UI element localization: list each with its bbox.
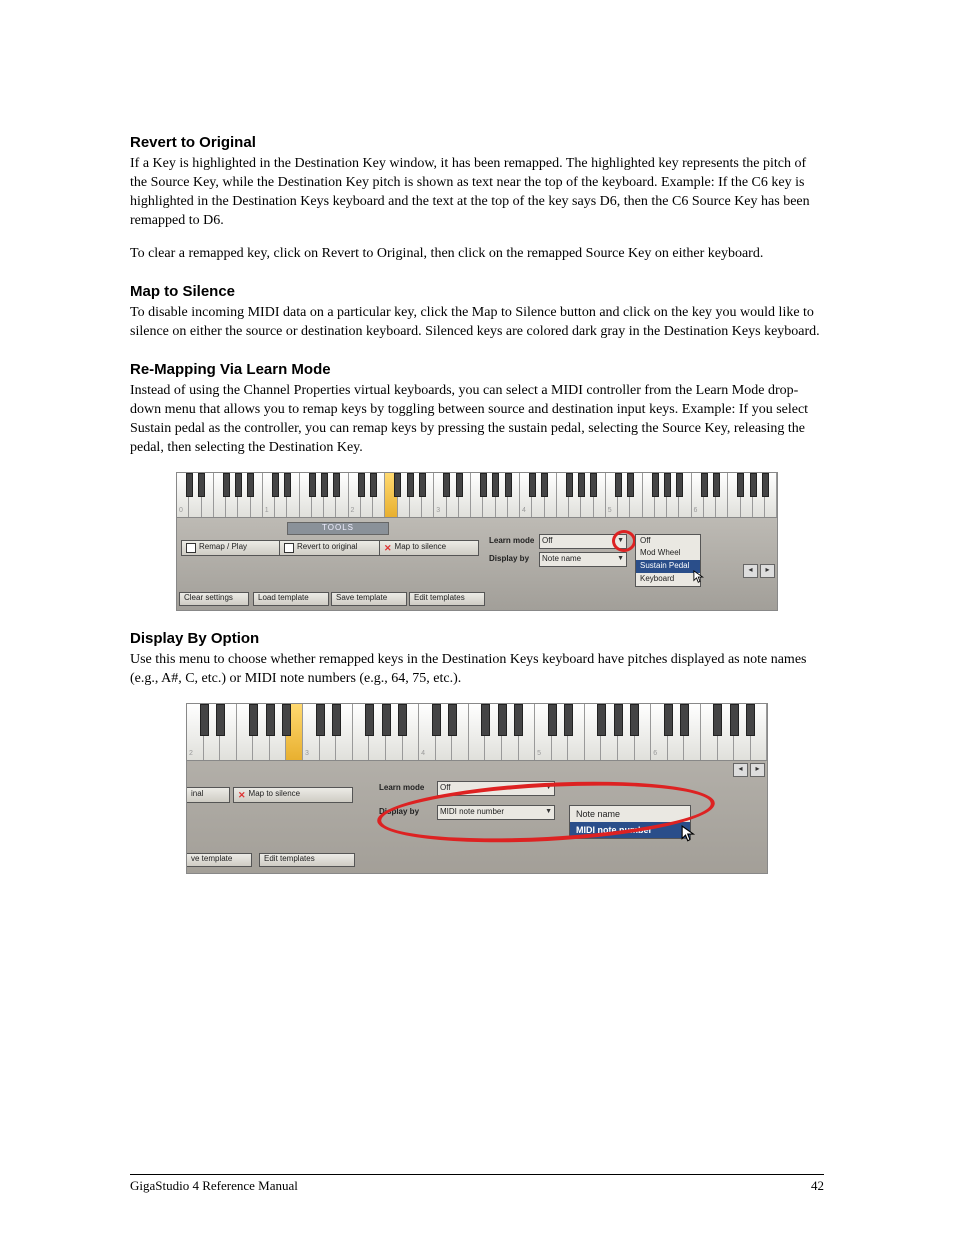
button-label: Remap / Play (199, 542, 247, 553)
map-silence-button[interactable]: ✕ Map to silence (379, 540, 479, 556)
display-by-menu[interactable]: Note name MIDI note number (569, 805, 691, 839)
revert-original-button-partial[interactable]: inal (187, 787, 230, 803)
paragraph: To clear a remapped key, click on Revert… (130, 245, 824, 264)
edit-templates-button[interactable]: Edit templates (409, 592, 485, 606)
learn-mode-label: Learn mode (489, 536, 534, 547)
chevron-down-icon: ▼ (617, 554, 624, 563)
x-icon: ✕ (238, 791, 246, 799)
figure-learn-mode: 0123456 ◂ ▸ TOOLS Remap / Play Revert to… (176, 472, 778, 611)
map-silence-button[interactable]: ✕ Map to silence (233, 787, 353, 803)
combo-value: Off (440, 783, 451, 794)
menu-item[interactable]: Keyboard (636, 573, 700, 586)
menu-item[interactable]: Off (636, 535, 700, 548)
keyboard[interactable]: 0123456 (177, 473, 777, 518)
page-number: 42 (811, 1177, 824, 1195)
display-by-label: Display by (379, 807, 419, 818)
menu-item[interactable]: Note name (570, 806, 690, 822)
paragraph: Instead of using the Channel Properties … (130, 382, 824, 458)
button-label: Map to silence (249, 789, 301, 800)
menu-item[interactable]: Sustain Pedal (636, 560, 700, 573)
menu-item[interactable]: MIDI note number (570, 822, 690, 838)
combo-value: Off (542, 536, 553, 547)
menu-item[interactable]: Mod Wheel (636, 547, 700, 560)
combo-value: Note name (542, 554, 581, 565)
learn-mode-combo[interactable]: Off ▼ (437, 781, 555, 796)
heading-display-by: Display By Option (130, 629, 824, 649)
learn-mode-combo[interactable]: Off ▼ (539, 534, 627, 549)
paragraph: If a Key is highlighted in the Destinati… (130, 155, 824, 231)
display-by-combo[interactable]: MIDI note number ▼ (437, 805, 555, 820)
combo-value: MIDI note number (440, 807, 504, 818)
chevron-down-icon: ▼ (617, 536, 624, 545)
x-icon: ✕ (384, 544, 392, 552)
chevron-down-icon: ▼ (545, 783, 552, 792)
scroll-left-button[interactable]: ◂ (733, 763, 748, 777)
save-template-button[interactable]: Save template (331, 592, 407, 606)
save-template-button-partial[interactable]: ve template (187, 853, 252, 867)
footer-rule (130, 1174, 824, 1175)
cursor-icon (186, 543, 196, 553)
edit-templates-button[interactable]: Edit templates (259, 853, 355, 867)
heading-silence: Map to Silence (130, 282, 824, 302)
learn-mode-menu[interactable]: Off Mod Wheel Sustain Pedal Keyboard (635, 534, 701, 587)
display-by-label: Display by (489, 554, 529, 565)
footer-title: GigaStudio 4 Reference Manual (130, 1177, 298, 1195)
mouse-cursor-icon (693, 570, 707, 584)
heading-revert: Revert to Original (130, 133, 824, 153)
mouse-cursor-icon (681, 825, 699, 843)
remap-play-button[interactable]: Remap / Play (181, 540, 281, 556)
button-label: Map to silence (395, 542, 447, 553)
chevron-down-icon: ▼ (545, 807, 552, 816)
load-template-button[interactable]: Load template (253, 592, 329, 606)
heading-learn: Re-Mapping Via Learn Mode (130, 360, 824, 380)
paragraph: Use this menu to choose whether remapped… (130, 651, 824, 689)
scroll-left-button[interactable]: ◂ (743, 564, 758, 578)
clear-settings-button[interactable]: Clear settings (179, 592, 249, 606)
paragraph: To disable incoming MIDI data on a parti… (130, 304, 824, 342)
keyboard[interactable]: 23456 (187, 704, 767, 761)
button-label: inal (191, 789, 203, 800)
scroll-right-button[interactable]: ▸ (760, 564, 775, 578)
arrow-icon (284, 543, 294, 553)
learn-mode-label: Learn mode (379, 783, 424, 794)
scroll-right-button[interactable]: ▸ (750, 763, 765, 777)
tools-header: TOOLS (287, 522, 389, 535)
button-label: Revert to original (297, 542, 357, 553)
display-by-combo[interactable]: Note name ▼ (539, 552, 627, 567)
revert-original-button[interactable]: Revert to original (279, 540, 383, 556)
figure-display-by: 23456 ◂ ▸ inal ✕ Map to silence Learn mo… (186, 703, 768, 874)
